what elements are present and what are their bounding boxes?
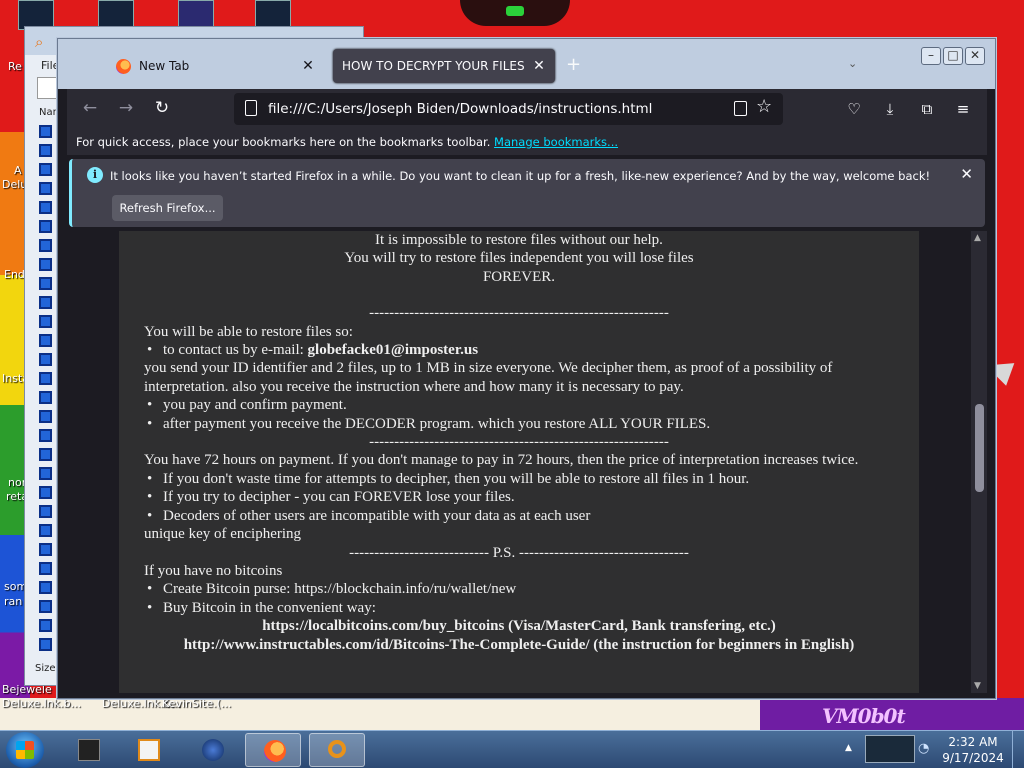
wallpaper-figure — [460, 0, 570, 26]
list-item: after payment you receive the DECODER pr… — [144, 415, 919, 434]
unique-key-text: unique key of enciphering — [144, 526, 302, 543]
bookmarks-hint-text: For quick access, place your bookmarks h… — [76, 135, 491, 149]
clock-time: 2:32 AM — [948, 735, 998, 749]
list-item: to contact us by e-mail: globefacke01@im… — [144, 341, 919, 360]
divider-line: ----------------------------------------… — [369, 434, 669, 451]
refresh-firefox-button[interactable]: Refresh Firefox... — [112, 195, 223, 221]
bookmarks-toolbar: For quick access, place your bookmarks h… — [67, 129, 987, 155]
restore-heading: You will be able to restore files so: — [144, 323, 353, 340]
tabs-list-chevron-icon[interactable]: ⌄ — [848, 57, 857, 70]
firefox-icon — [116, 58, 131, 74]
tab-new-tab[interactable]: New Tab ✕ — [106, 49, 324, 83]
magnifier-icon — [328, 740, 346, 758]
url-text[interactable]: file:///C:/Users/Joseph Biden/Downloads/… — [268, 101, 652, 117]
send-instructions: you send your ID identifier and 2 files,… — [144, 360, 833, 395]
extensions-icon[interactable]: ⧉ — [915, 97, 939, 121]
no-bitcoins-heading: If you have no bitcoins — [144, 562, 283, 579]
firefox-window: New Tab ✕ HOW TO DECRYPT YOUR FILES ✕ + … — [57, 38, 996, 699]
magnifier-icon: ⌕ — [35, 33, 44, 51]
taskbar-app-terminal[interactable] — [60, 733, 116, 767]
tab-label: HOW TO DECRYPT YOUR FILES — [342, 59, 525, 73]
windows-logo-icon — [16, 741, 34, 759]
reader-view-icon[interactable] — [734, 101, 747, 116]
url-bar[interactable]: file:///C:/Users/Joseph Biden/Downloads/… — [234, 93, 783, 125]
page-icon — [245, 100, 257, 116]
taskbar-app-media[interactable] — [120, 733, 176, 767]
close-tab-icon[interactable]: ✕ — [529, 58, 549, 74]
bitcoin-link[interactable]: http://www.instructables.com/id/Bitcoins… — [119, 636, 919, 654]
navigation-toolbar: ← → ↻ file:///C:/Users/Joseph Biden/Down… — [67, 89, 987, 129]
manage-bookmarks-link[interactable]: Manage bookmarks... — [494, 135, 618, 149]
ps-divider: ---------------------------- P.S. ------… — [349, 544, 689, 561]
info-icon: i — [87, 167, 103, 183]
desktop-icon-label[interactable]: A — [14, 164, 22, 177]
ransom-note: It is impossible to restore files withou… — [119, 231, 919, 693]
taskbar-app-search[interactable] — [309, 733, 365, 767]
tab-label: New Tab — [139, 59, 190, 73]
firefox-titlebar[interactable]: New Tab ✕ HOW TO DECRYPT YOUR FILES ✕ + … — [58, 39, 995, 89]
explorer-file-list[interactable] — [37, 125, 59, 657]
desktop-icon-label[interactable]: ran — [4, 595, 22, 608]
contact-text: to contact us by e-mail: — [163, 342, 308, 359]
firefox-icon — [264, 740, 286, 762]
new-tab-button[interactable]: + — [566, 54, 581, 75]
minimize-button[interactable]: – — [921, 47, 941, 65]
divider-line: ----------------------------------------… — [369, 305, 669, 322]
back-arrow-icon[interactable]: ← — [78, 97, 102, 121]
bookmarks-hint: For quick access, place your bookmarks h… — [76, 135, 618, 149]
network-icon[interactable]: ◔ — [918, 741, 929, 756]
intro-line: You will try to restore files independen… — [344, 250, 694, 267]
tab-decrypt-files[interactable]: HOW TO DECRYPT YOUR FILES ✕ — [333, 49, 555, 83]
taskbar-clock[interactable]: 2:32 AM 9/17/2024 — [942, 734, 1004, 766]
forward-arrow-icon[interactable]: → — [114, 97, 138, 121]
contact-email[interactable]: globefacke01@imposter.us — [308, 342, 478, 358]
downloads-icon[interactable]: ⤓ — [878, 97, 902, 121]
instructables-link[interactable]: http://www.instructables.com/id/Bitcoins… — [184, 637, 855, 653]
taskbar: ▲ ◔ 2:32 AM 9/17/2024 — [0, 730, 1024, 768]
bitcoin-link[interactable]: https://localbitcoins.com/buy_bitcoins (… — [119, 617, 919, 635]
close-notification-icon[interactable]: ✕ — [960, 165, 973, 183]
desktop-icon-label[interactable]: Re — [8, 60, 22, 73]
show-desktop-button[interactable] — [1012, 731, 1024, 768]
page-scrollbar[interactable]: ▲ ▼ — [971, 231, 987, 693]
window-controls: – □ ✕ — [921, 47, 985, 65]
payment-deadline: You have 72 hours on payment. If you don… — [144, 452, 859, 469]
intro-line: It is impossible to restore files withou… — [375, 232, 663, 248]
page-viewport: It is impossible to restore files withou… — [67, 231, 987, 693]
wallpaper-logo: VM0b0t — [822, 704, 906, 728]
taskbar-app-firefox[interactable] — [245, 733, 301, 767]
notification-message: It looks like you haven’t started Firefo… — [110, 169, 931, 183]
intro-line: FOREVER. — [482, 268, 556, 285]
refresh-notification-bar: i It looks like you haven’t started Fire… — [69, 159, 985, 227]
start-button[interactable] — [6, 732, 44, 768]
tray-app-icon[interactable] — [865, 735, 915, 763]
bookmark-star-icon[interactable]: ☆ — [756, 96, 772, 117]
scroll-down-icon[interactable]: ▼ — [974, 681, 981, 691]
list-item: If you try to decipher - you can FOREVER… — [144, 488, 919, 507]
desktop-icon-label[interactable]: End — [4, 268, 25, 281]
list-item: If you don't waste time for attempts to … — [144, 470, 919, 489]
pocket-icon[interactable]: ♡ — [842, 97, 866, 121]
close-window-button[interactable]: ✕ — [965, 47, 985, 65]
list-item: Buy Bitcoin in the convenient way: — [144, 599, 919, 618]
list-item: you pay and confirm payment. — [144, 396, 919, 415]
scroll-up-icon[interactable]: ▲ — [974, 233, 981, 243]
maximize-button[interactable]: □ — [943, 47, 963, 65]
reload-icon[interactable]: ↻ — [150, 97, 174, 121]
menu-hamburger-icon[interactable]: ≡ — [951, 97, 975, 121]
clock-date: 9/17/2024 — [942, 751, 1004, 765]
close-tab-icon[interactable]: ✕ — [298, 58, 318, 74]
tray-expand-icon[interactable]: ▲ — [845, 743, 852, 753]
scroll-thumb[interactable] — [975, 404, 984, 492]
localbitcoins-link[interactable]: https://localbitcoins.com/buy_bitcoins (… — [262, 618, 776, 634]
explorer-status-size: Size: — [35, 663, 59, 674]
list-item: Decoders of other users are incompatible… — [144, 507, 919, 526]
taskbar-app-globe[interactable] — [184, 733, 240, 767]
list-item: Create Bitcoin purse: https://blockchain… — [144, 580, 919, 599]
